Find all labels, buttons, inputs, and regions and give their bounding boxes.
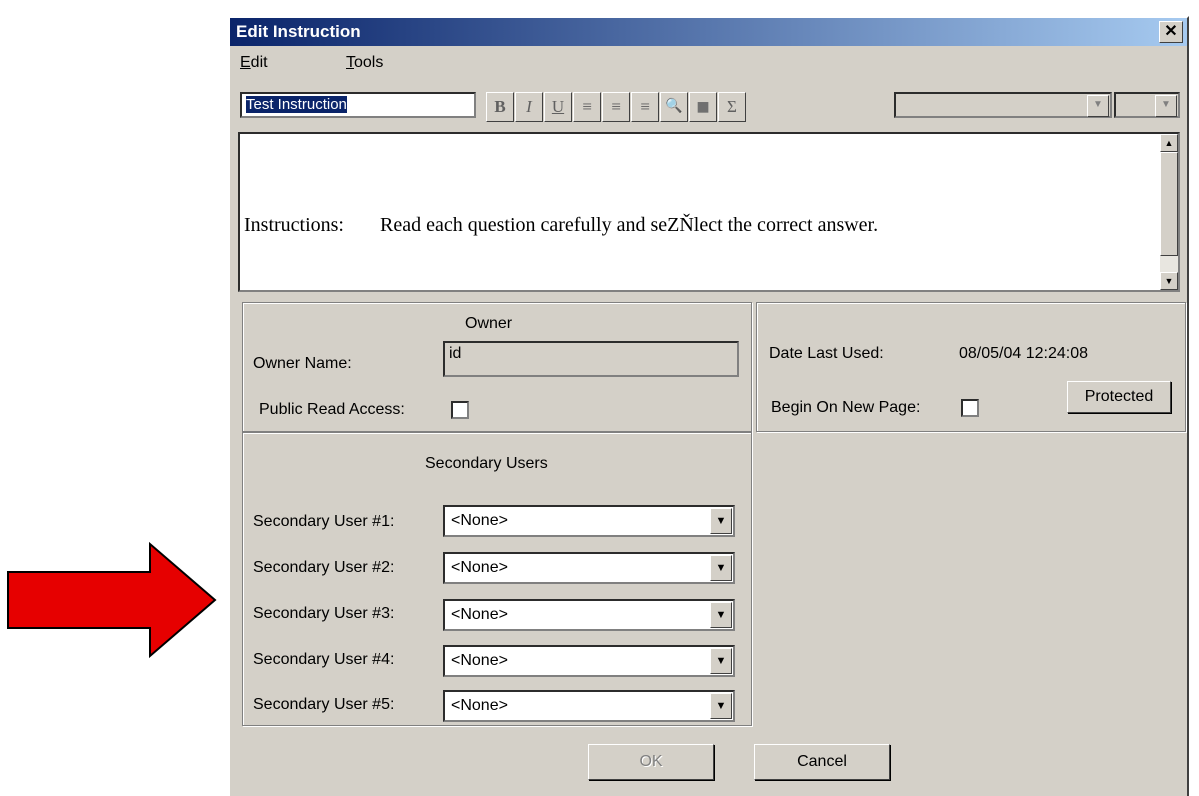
menu-bar: Edit Tools	[230, 48, 1187, 76]
cancel-button[interactable]: Cancel	[754, 744, 890, 780]
scroll-up-icon[interactable]: ▲	[1160, 134, 1178, 152]
scroll-down-icon[interactable]: ▼	[1160, 272, 1178, 290]
date-last-used-value: 08/05/04 12:24:08	[959, 345, 1089, 362]
secondary-user-1-label: Secondary User #1:	[253, 513, 395, 530]
bold-icon[interactable]: B	[486, 92, 514, 122]
ok-button[interactable]: OK	[588, 744, 714, 780]
menu-edit[interactable]: Edit	[240, 54, 268, 72]
chevron-down-icon[interactable]: ▼	[710, 648, 732, 674]
red-arrow-icon	[7, 541, 217, 659]
secondary-user-3-select[interactable]: <None> ▼	[443, 599, 735, 631]
align-left-icon[interactable]: ≡	[573, 92, 601, 122]
close-icon[interactable]: ✕	[1159, 21, 1183, 43]
size-select[interactable]: ▼	[1114, 92, 1180, 118]
vertical-scrollbar[interactable]: ▲ ▼	[1160, 134, 1178, 290]
chevron-down-icon[interactable]: ▼	[1087, 95, 1109, 117]
chevron-down-icon[interactable]: ▼	[710, 693, 732, 719]
secondary-user-4-label: Secondary User #4:	[253, 651, 395, 668]
begin-new-page-label: Begin On New Page:	[771, 399, 921, 416]
editor-content[interactable]: Instructions: Read each question carefull…	[244, 214, 878, 237]
owner-name-field[interactable]: id	[443, 341, 739, 377]
secondary-user-2-select[interactable]: <None> ▼	[443, 552, 735, 584]
chevron-down-icon[interactable]: ▼	[710, 508, 732, 534]
secondary-users-panel: Secondary Users Secondary User #1: <None…	[242, 432, 752, 726]
italic-icon[interactable]: I	[515, 92, 543, 122]
begin-new-page-checkbox[interactable]	[961, 399, 979, 417]
align-center-icon[interactable]: ≡	[602, 92, 630, 122]
scroll-thumb[interactable]	[1160, 152, 1178, 256]
secondary-user-4-select[interactable]: <None> ▼	[443, 645, 735, 677]
instruction-editor[interactable]: Instructions: Read each question carefull…	[238, 132, 1180, 292]
owner-heading: Owner	[465, 315, 513, 332]
secondary-user-5-label: Secondary User #5:	[253, 696, 395, 713]
align-right-icon[interactable]: ≡	[631, 92, 659, 122]
secondary-user-5-select[interactable]: <None> ▼	[443, 690, 735, 722]
secondary-user-2-label: Secondary User #2:	[253, 559, 395, 576]
owner-panel: Owner Owner Name: id Public Read Access:	[242, 302, 752, 432]
menu-tools[interactable]: Tools	[346, 54, 383, 72]
secondary-user-1-select[interactable]: <None> ▼	[443, 505, 735, 537]
color-box-icon[interactable]: ■	[689, 92, 717, 122]
secondary-users-heading: Secondary Users	[425, 455, 548, 472]
owner-name-label: Owner Name:	[253, 355, 352, 372]
edit-instruction-dialog: Edit Instruction ✕ Edit Tools Test Instr…	[228, 16, 1189, 796]
font-select[interactable]: ▼	[894, 92, 1112, 118]
info-panel: Date Last Used: 08/05/04 12:24:08 Begin …	[756, 302, 1186, 432]
protected-button[interactable]: Protected	[1067, 381, 1171, 413]
sigma-icon[interactable]: Σ	[718, 92, 746, 122]
secondary-user-3-label: Secondary User #3:	[253, 605, 395, 622]
date-last-used-label: Date Last Used:	[769, 345, 884, 362]
public-read-checkbox[interactable]	[451, 401, 469, 419]
chevron-down-icon[interactable]: ▼	[710, 602, 732, 628]
chevron-down-icon[interactable]: ▼	[1155, 95, 1177, 117]
chevron-down-icon[interactable]: ▼	[710, 555, 732, 581]
magnify-icon[interactable]: 🔍	[660, 92, 688, 122]
title-bar[interactable]: Edit Instruction ✕	[230, 18, 1187, 46]
public-read-label: Public Read Access:	[259, 401, 405, 418]
instruction-name-input[interactable]: Test Instruction	[240, 92, 476, 118]
window-title: Edit Instruction	[236, 22, 361, 41]
underline-icon[interactable]: U	[544, 92, 572, 122]
